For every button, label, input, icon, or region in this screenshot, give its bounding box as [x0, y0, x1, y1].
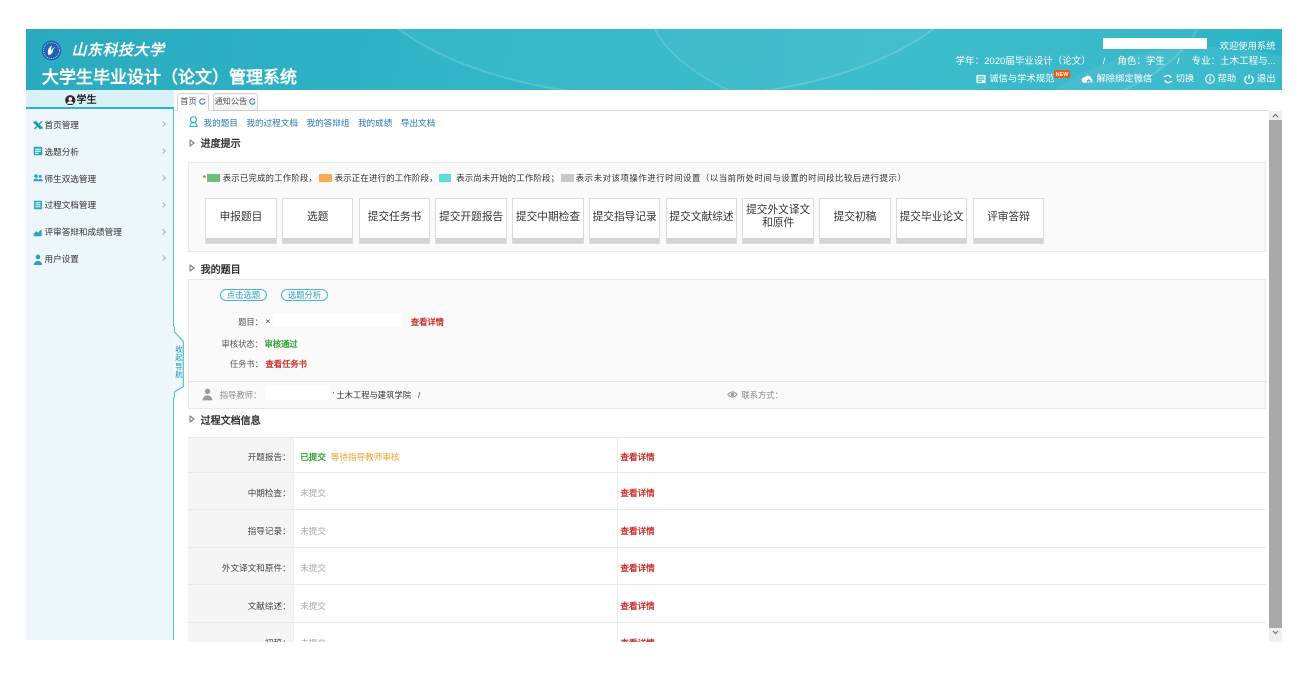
svg-text:NEW: NEW: [1056, 72, 1070, 78]
